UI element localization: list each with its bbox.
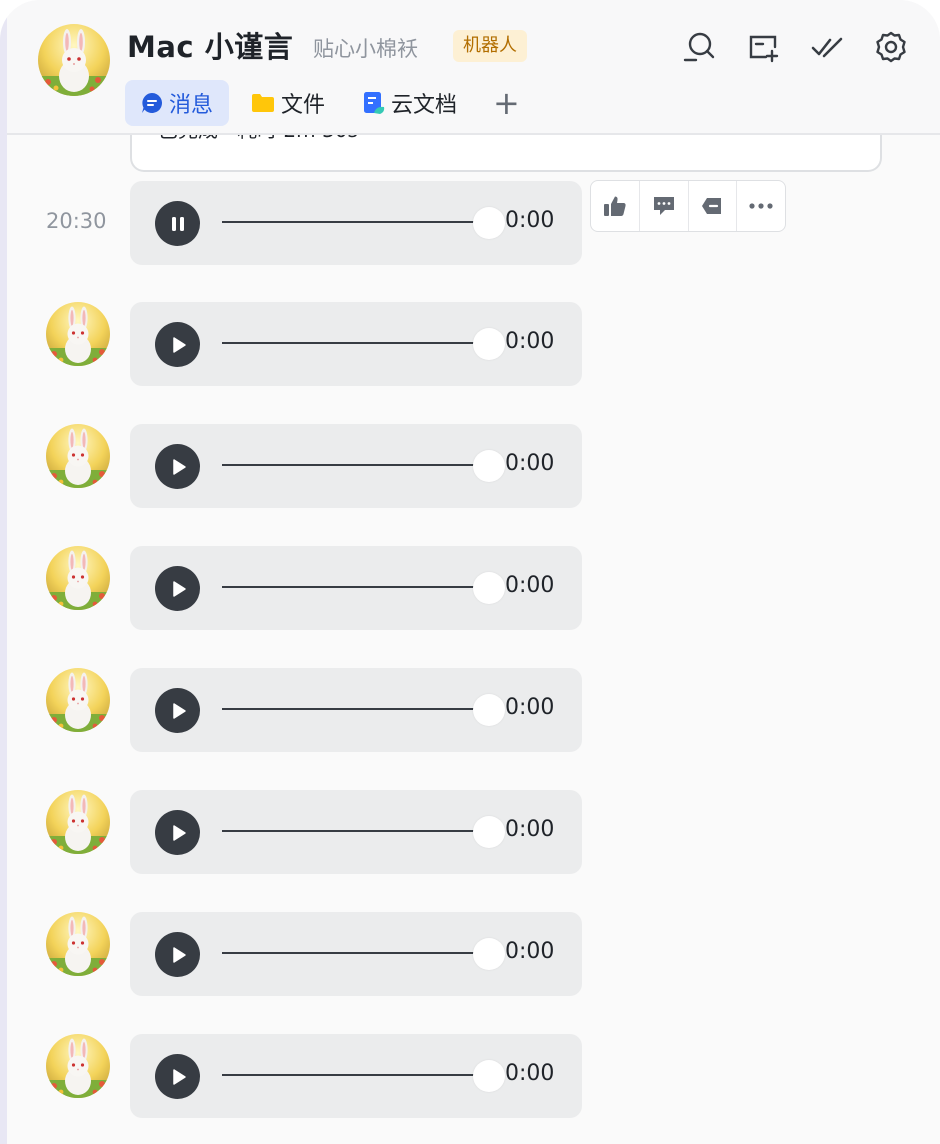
doc-icon <box>364 92 385 114</box>
audio-progress-thumb[interactable] <box>473 938 505 970</box>
play-icon <box>172 824 186 841</box>
audio-progress-track[interactable] <box>222 952 474 954</box>
chat-window: 已完成 · 耗时 2m 30s <box>0 0 940 1144</box>
audio-progress-thumb[interactable] <box>473 207 505 239</box>
play-icon <box>172 580 186 597</box>
robot-badge: 机器人 <box>453 30 527 62</box>
chat-header: Mac 小谨言 贴心小棉袄 机器人 消息 文件 云文档 + <box>7 0 940 135</box>
pause-icon <box>171 216 184 231</box>
play-button[interactable] <box>155 688 200 733</box>
audio-progress-thumb[interactable] <box>473 816 505 848</box>
mark-done-icon[interactable] <box>808 30 846 64</box>
voice-message-bubble[interactable]: 0:00 <box>130 302 582 386</box>
play-button[interactable] <box>155 322 200 367</box>
voice-message-bubble[interactable]: 0:00 <box>130 790 582 874</box>
audio-duration: 0:00 <box>505 695 555 720</box>
search-icon[interactable] <box>680 30 718 64</box>
audio-duration: 0:00 <box>505 1061 555 1086</box>
bot-avatar[interactable] <box>46 790 110 854</box>
settings-icon[interactable] <box>872 30 910 64</box>
voice-message-bubble[interactable]: 0:00 <box>130 1034 582 1118</box>
tab-docs-label: 云文档 <box>391 93 458 118</box>
folder-icon <box>252 94 275 112</box>
audio-duration: 0:00 <box>505 329 555 354</box>
audio-progress-thumb[interactable] <box>473 450 505 482</box>
audio-duration: 0:00 <box>505 208 555 233</box>
audio-progress-track[interactable] <box>222 1074 474 1076</box>
add-tab-button[interactable]: + <box>493 80 520 126</box>
audio-progress-track[interactable] <box>222 708 474 710</box>
audio-progress-thumb[interactable] <box>473 328 505 360</box>
tab-files-label: 文件 <box>281 93 326 118</box>
play-button[interactable] <box>155 566 200 611</box>
audio-progress-thumb[interactable] <box>473 1060 505 1092</box>
tab-files[interactable]: 文件 <box>235 80 341 126</box>
play-button[interactable] <box>155 810 200 855</box>
pause-button[interactable] <box>155 201 200 246</box>
voice-message-row: 20:30 0:00 <box>0 181 940 265</box>
voice-message-row: 0:00 <box>0 424 940 508</box>
message-timestamp: 20:30 <box>46 209 107 233</box>
play-icon <box>172 458 186 475</box>
chat-bubble-icon <box>142 92 163 113</box>
voice-message-row: 0:00 <box>0 302 940 386</box>
audio-progress-thumb[interactable] <box>473 572 505 604</box>
audio-progress-track[interactable] <box>222 586 474 588</box>
chat-title: Mac 小谨言 <box>127 30 294 64</box>
chat-subtitle: 贴心小棉袄 <box>313 37 418 61</box>
voice-message-row: 0:00 <box>0 1034 940 1118</box>
play-button[interactable] <box>155 1054 200 1099</box>
bot-avatar[interactable] <box>38 24 110 96</box>
voice-message-bubble[interactable]: 0:00 <box>130 424 582 508</box>
tab-docs[interactable]: 云文档 <box>347 80 473 126</box>
audio-duration: 0:00 <box>505 939 555 964</box>
play-icon <box>172 946 186 963</box>
audio-duration: 0:00 <box>505 573 555 598</box>
voice-message-row: 0:00 <box>0 546 940 630</box>
audio-progress-track[interactable] <box>222 830 474 832</box>
bot-avatar[interactable] <box>46 546 110 610</box>
bot-avatar[interactable] <box>46 912 110 976</box>
voice-message-bubble[interactable]: 0:00 <box>130 546 582 630</box>
bot-avatar[interactable] <box>46 668 110 732</box>
voice-message-bubble[interactable]: 0:00 <box>130 181 582 265</box>
bot-avatar[interactable] <box>46 424 110 488</box>
audio-progress-track[interactable] <box>222 464 474 466</box>
bot-avatar[interactable] <box>46 302 110 366</box>
voice-message-bubble[interactable]: 0:00 <box>130 912 582 996</box>
play-icon <box>172 1068 186 1085</box>
new-group-icon[interactable] <box>744 30 782 64</box>
audio-progress-track[interactable] <box>222 342 474 344</box>
audio-duration: 0:00 <box>505 817 555 842</box>
voice-message-row: 0:00 <box>0 912 940 996</box>
voice-message-bubble[interactable]: 0:00 <box>130 668 582 752</box>
audio-progress-track[interactable] <box>222 221 474 223</box>
tab-messages[interactable]: 消息 <box>125 80 230 126</box>
audio-duration: 0:00 <box>505 451 555 476</box>
voice-message-row: 0:00 <box>0 790 940 874</box>
voice-message-row: 0:00 <box>0 668 940 752</box>
tab-messages-label: 消息 <box>169 93 214 118</box>
play-button[interactable] <box>155 444 200 489</box>
play-icon <box>172 336 186 353</box>
bot-avatar[interactable] <box>46 1034 110 1098</box>
audio-progress-thumb[interactable] <box>473 694 505 726</box>
play-button[interactable] <box>155 932 200 977</box>
play-icon <box>172 702 186 719</box>
